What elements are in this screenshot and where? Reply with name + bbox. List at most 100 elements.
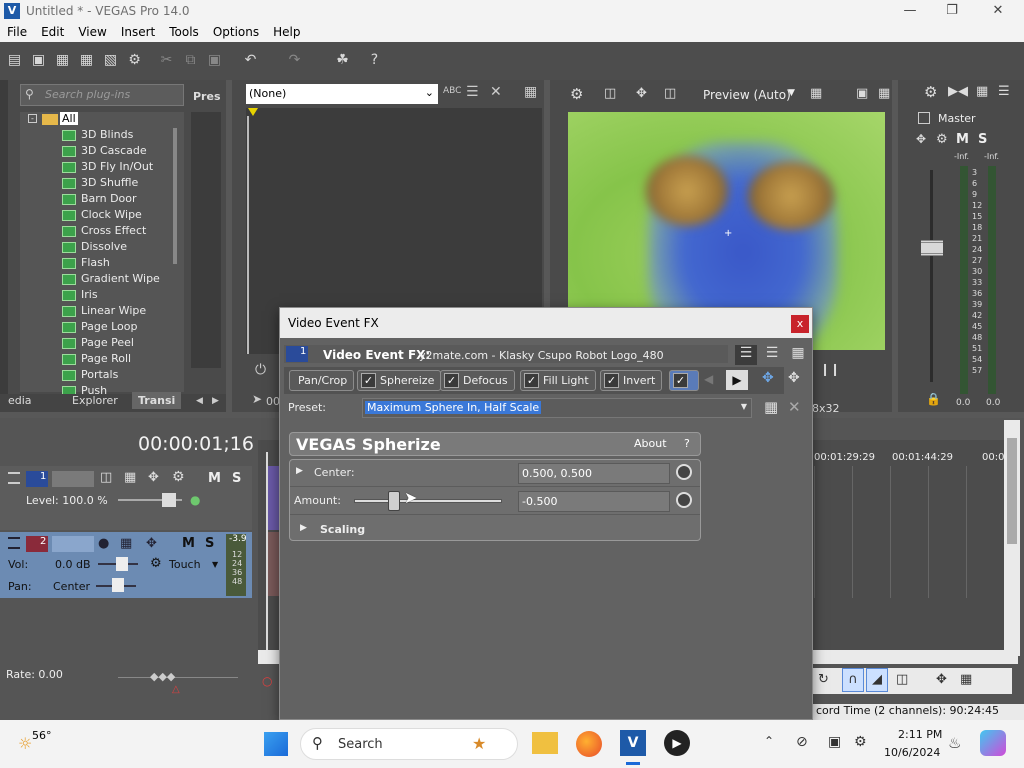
save-snapshot-icon[interactable]: ▦ <box>878 86 890 101</box>
track2-mute-button[interactable]: M <box>182 536 195 551</box>
view-list-icon[interactable]: ☰ <box>735 345 757 365</box>
track2-solo-button[interactable]: S <box>205 536 214 551</box>
plugin-help-button[interactable]: ? <box>684 437 690 450</box>
track2-io-icon[interactable]: ✥ <box>146 536 157 551</box>
track2-automation[interactable]: Touch <box>169 558 201 571</box>
track1-expand-icon[interactable] <box>8 472 20 484</box>
expand-center-icon[interactable]: ▶ <box>296 466 303 476</box>
about-button[interactable]: About <box>634 437 667 450</box>
media-player-icon[interactable]: ▶ <box>664 730 690 756</box>
display-icon[interactable]: ▣ <box>828 734 841 750</box>
checkbox-icon[interactable]: ✓ <box>604 373 619 388</box>
track1-level-handle[interactable] <box>162 493 176 507</box>
lock-icon[interactable]: 🔒 <box>926 392 941 406</box>
panel-gripper[interactable] <box>0 80 8 412</box>
center-animate-clock-icon[interactable] <box>676 464 692 480</box>
preview-quality-dropdown[interactable]: Preview (Auto) <box>703 88 791 102</box>
restore-button[interactable]: ❐ <box>938 2 966 20</box>
master-fader-handle[interactable] <box>921 240 943 256</box>
transition-item[interactable]: Gradient Wipe <box>62 272 160 288</box>
cut-icon[interactable]: ✂ <box>158 52 175 69</box>
mixer-fx-icon[interactable]: ▦ <box>976 84 988 99</box>
add-fx-icon[interactable]: ✥ <box>762 370 774 386</box>
vertical-scroll-thumb[interactable] <box>1007 438 1017 544</box>
transition-item[interactable]: Page Peel <box>62 336 134 352</box>
mixer-faders-icon[interactable]: ☰ <box>998 84 1010 99</box>
close-window-button[interactable]: ✕ <box>984 2 1012 20</box>
track1-gear-icon[interactable]: ⚙ <box>172 469 185 485</box>
amount-value-field[interactable]: -0.500 <box>518 491 670 512</box>
save-preset-icon[interactable]: ▦ <box>764 398 778 416</box>
checkbox-icon[interactable]: ✓ <box>361 373 376 388</box>
selection-tool-icon[interactable]: ▦ <box>960 672 972 687</box>
tree-root-all[interactable]: All <box>60 112 78 125</box>
menu-edit[interactable]: Edit <box>34 22 71 42</box>
plugin-search-input[interactable]: Search plug-ins <box>20 84 184 106</box>
transition-item[interactable]: Page Roll <box>62 352 131 368</box>
chain-invert-button[interactable]: ✓ Invert <box>600 370 663 391</box>
properties-gear-icon[interactable]: ⚙ <box>126 52 143 69</box>
chain-right-arrow-icon[interactable]: ▶ <box>726 370 748 390</box>
track2-arm-icon[interactable]: ● <box>98 536 109 551</box>
transition-item[interactable]: Clock Wipe <box>62 208 142 224</box>
start-windows-icon[interactable] <box>264 732 288 756</box>
checkbox-icon[interactable]: ✓ <box>673 373 688 388</box>
amount-slider-track[interactable] <box>354 499 502 503</box>
menu-help[interactable]: Help <box>266 22 307 42</box>
tab-explorer[interactable]: Explorer <box>72 394 118 407</box>
spell-icon[interactable]: ABC <box>443 86 461 96</box>
preview-properties-icon[interactable]: ⚙ <box>570 85 583 103</box>
tree-scrollbar[interactable] <box>173 128 177 264</box>
record-icon[interactable]: ○ <box>262 674 272 688</box>
scaling-row[interactable]: ▶ Scaling <box>290 516 700 543</box>
chain-defocus-button[interactable]: ✓ Defocus <box>440 370 515 391</box>
track2-vol-handle[interactable] <box>116 557 128 571</box>
power-icon[interactable]: ⏻ <box>255 362 266 378</box>
new-file-icon[interactable]: ▤ <box>6 52 23 69</box>
menu-file[interactable]: File <box>0 22 34 42</box>
external-monitor-icon[interactable]: ◫ <box>604 86 616 101</box>
view-grid-icon[interactable]: ▦ <box>787 345 809 365</box>
loop-icon[interactable]: ↻ <box>818 672 829 687</box>
collapse-icon[interactable]: - <box>28 114 37 123</box>
rate-slider[interactable] <box>118 677 238 678</box>
mixer-pan-icon[interactable]: ✥ <box>916 132 926 146</box>
transition-item[interactable]: 3D Blinds <box>62 128 133 144</box>
track2-pan-handle[interactable] <box>112 578 124 592</box>
network-off-icon[interactable]: ⊘ <box>796 734 808 750</box>
split-screen-icon[interactable]: ✥ <box>636 86 647 101</box>
clear-icon[interactable]: ✕ <box>490 84 502 100</box>
transition-item[interactable]: 3D Cascade <box>62 144 147 160</box>
track1-compositing-icon[interactable]: ● <box>190 493 200 507</box>
transition-item[interactable]: Iris <box>62 288 98 304</box>
copy-snapshot-icon[interactable]: ▣ <box>856 86 868 101</box>
menu-options[interactable]: Options <box>206 22 266 42</box>
overlay-icon[interactable]: ◫ <box>664 86 676 101</box>
expand-scaling-icon[interactable]: ▶ <box>300 523 307 533</box>
center-value-field[interactable]: 0.500, 0.500 <box>518 463 670 484</box>
auto-ripple-icon[interactable]: ◢ <box>866 668 888 692</box>
menu-view[interactable]: View <box>71 22 113 42</box>
master-checkbox[interactable] <box>918 112 930 124</box>
list-icon[interactable]: ☰ <box>466 84 479 100</box>
tab-transitions[interactable]: Transi <box>132 392 182 409</box>
chain-left-arrow-icon[interactable]: ◀ <box>704 372 713 386</box>
notification-bell-icon[interactable]: ♨ <box>948 734 961 752</box>
track1-fx-icon[interactable]: ▦ <box>124 470 136 485</box>
transition-item[interactable]: 3D Fly In/Out <box>62 160 153 176</box>
track1-composite-icon[interactable]: ✥ <box>148 470 159 485</box>
chain-pan-crop-button[interactable]: Pan/Crop <box>289 370 355 391</box>
transition-item[interactable]: Barn Door <box>62 192 137 208</box>
tab-next-icon[interactable]: ▶ <box>212 396 219 406</box>
open-folder-icon[interactable]: ▣ <box>30 52 47 69</box>
plugin-manager-icon[interactable]: ☘ <box>334 52 351 69</box>
snap-icon[interactable]: ∩ <box>842 668 864 692</box>
file-explorer-icon[interactable] <box>532 732 558 754</box>
delete-preset-icon[interactable]: ✕ <box>788 398 801 416</box>
transition-item[interactable]: 3D Shuffle <box>62 176 138 192</box>
transition-item[interactable]: Flash <box>62 256 110 272</box>
transition-item[interactable]: Page Loop <box>62 320 138 336</box>
chain-sphereize-button[interactable]: ✓ Sphereize <box>357 370 442 391</box>
transition-item[interactable]: Cross Effect <box>62 224 146 240</box>
amount-slider-handle[interactable] <box>388 491 400 511</box>
